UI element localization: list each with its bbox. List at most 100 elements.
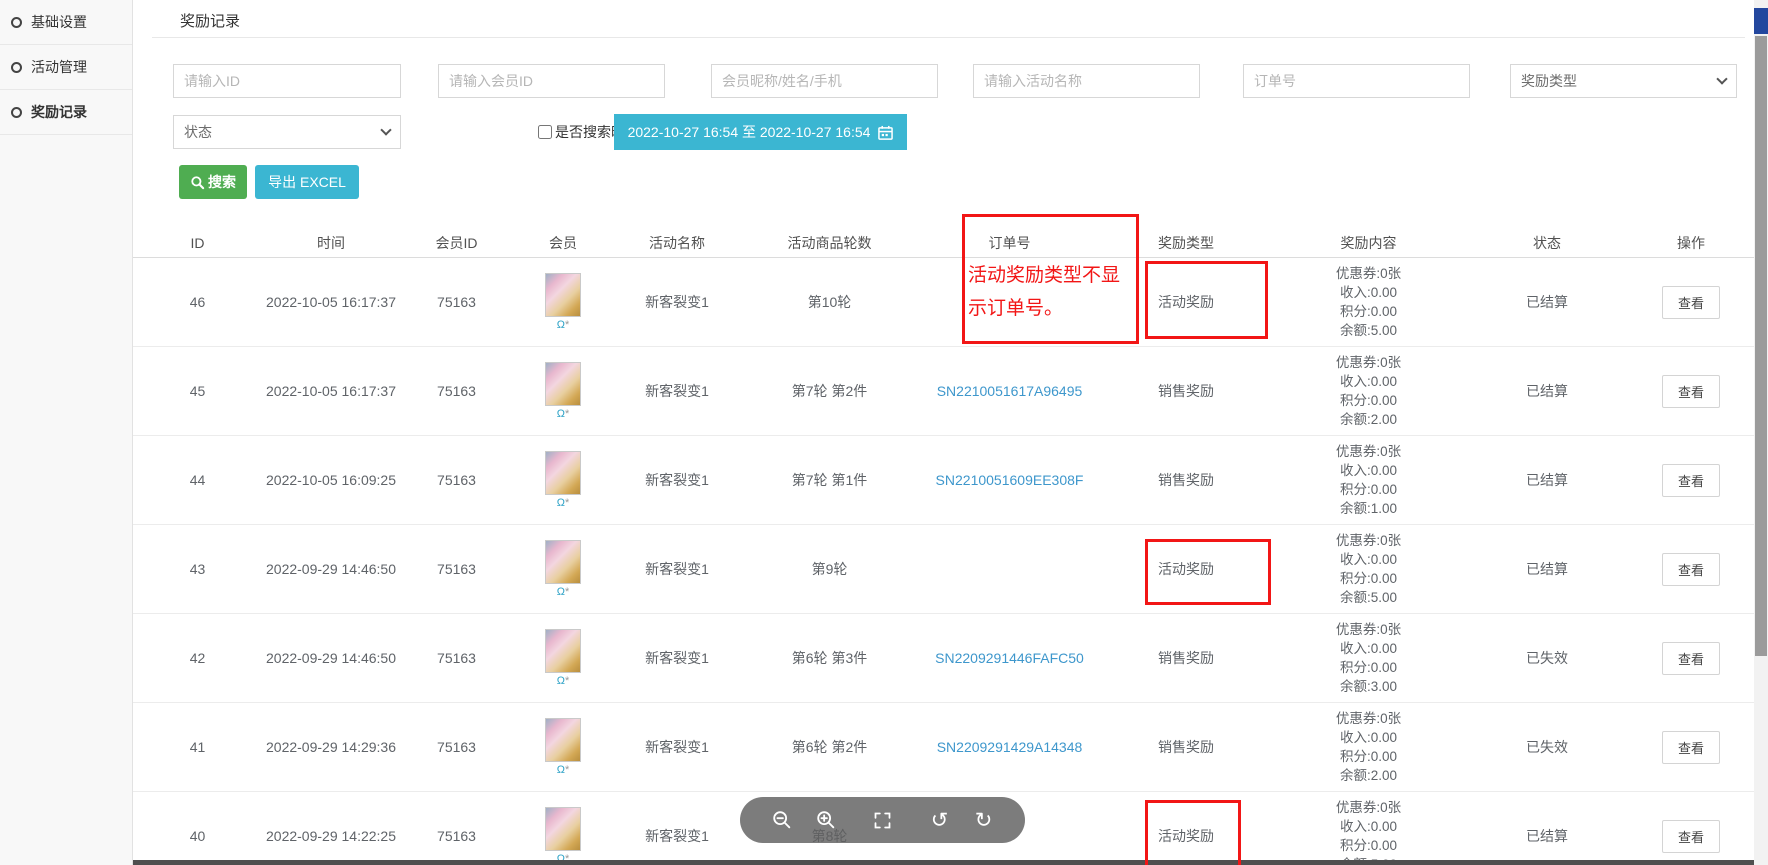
fullscreen-icon[interactable] [861, 797, 905, 843]
cell-time: 2022-09-29 14:46:50 [262, 525, 400, 613]
cell-action: 查看 [1628, 258, 1754, 346]
table-row: 422022-09-29 14:46:5075163Ω*新客裂变1第6轮 第3件… [133, 614, 1754, 703]
reward-content-line: 积分:0.00 [1340, 480, 1397, 499]
annotation-box-row-46-type [1145, 261, 1268, 339]
cell-reward-content: 优惠券:0张收入:0.00积分:0.00余额:5.00 [1271, 792, 1466, 865]
rotate-left-icon[interactable]: ↺ [918, 797, 962, 843]
reward-content-line: 收入:0.00 [1340, 639, 1397, 658]
cell-id: 40 [133, 792, 262, 865]
cell-order-number[interactable]: SN2210051617A96495 [918, 347, 1101, 435]
cell-reward-type: 销售奖励 [1101, 703, 1271, 791]
rotate-right-icon[interactable]: ↻ [962, 797, 1006, 843]
export-excel-button[interactable]: 导出 EXCEL [255, 165, 359, 199]
cell-reward-content: 优惠券:0张收入:0.00积分:0.00余额:2.00 [1271, 703, 1466, 791]
column-header-2: 会员ID [400, 228, 513, 257]
column-header-5: 活动商品轮数 [741, 228, 918, 257]
member-avatar[interactable] [545, 362, 581, 406]
main-content: 奖励记录 奖励类型 状态 是否搜索时间 2022-10-27 16:54 至 2… [133, 0, 1754, 865]
reward-content-line: 收入:0.00 [1340, 728, 1397, 747]
reward-content-line: 优惠券:0张 [1336, 798, 1401, 817]
view-button[interactable]: 查看 [1662, 286, 1720, 319]
reward-content-line: 收入:0.00 [1340, 372, 1397, 391]
member-name-input[interactable] [711, 64, 938, 98]
table-row: 442022-10-05 16:09:2575163Ω*新客裂变1第7轮 第1件… [133, 436, 1754, 525]
date-range-button[interactable]: 2022-10-27 16:54 至 2022-10-27 16:54 [614, 114, 907, 150]
search-button[interactable]: 搜索 [179, 165, 247, 199]
view-button[interactable]: 查看 [1662, 820, 1720, 853]
annotation-note: 活动奖励类型不显示订单号。 [968, 260, 1120, 325]
cell-activity-round: 第6轮 第2件 [741, 703, 918, 791]
view-button[interactable]: 查看 [1662, 553, 1720, 586]
reward-records-table: ID时间会员ID会员活动名称活动商品轮数订单号奖励类型奖励内容状态操作 4620… [133, 228, 1754, 865]
cell-action: 查看 [1628, 614, 1754, 702]
cell-action: 查看 [1628, 436, 1754, 524]
reward-content-line: 优惠券:0张 [1336, 442, 1401, 461]
reward-content-line: 收入:0.00 [1340, 461, 1397, 480]
cell-member: Ω* [513, 258, 613, 346]
reward-content-line: 余额:5.00 [1340, 321, 1397, 340]
scrollbar-thumb[interactable] [1755, 36, 1767, 656]
cell-order-number[interactable]: SN2209291446FAFC50 [918, 614, 1101, 702]
search-time-checkbox[interactable] [538, 125, 552, 139]
member-avatar[interactable] [545, 807, 581, 851]
order-number-input[interactable] [1243, 64, 1470, 98]
sidebar-item-reward-records[interactable]: 奖励记录 [0, 90, 132, 135]
reward-content-line: 优惠券:0张 [1336, 709, 1401, 728]
cell-order-number[interactable]: SN2210051609EE308F [918, 436, 1101, 524]
view-button[interactable]: 查看 [1662, 375, 1720, 408]
column-header-10: 操作 [1628, 228, 1754, 257]
cell-activity-name: 新客裂变1 [613, 436, 741, 524]
cell-id: 46 [133, 258, 262, 346]
cell-action: 查看 [1628, 347, 1754, 435]
horizontal-scrollbar[interactable] [133, 860, 1754, 865]
cell-member: Ω* [513, 614, 613, 702]
cell-member-id: 75163 [400, 258, 513, 346]
reward-content-line: 余额:1.00 [1340, 499, 1397, 518]
search-icon [190, 175, 205, 190]
sidebar-item-label: 基础设置 [31, 12, 87, 32]
cell-time: 2022-10-05 16:17:37 [262, 258, 400, 346]
reward-content-line: 优惠券:0张 [1336, 620, 1401, 639]
table-row: 432022-09-29 14:46:5075163Ω*新客裂变1第9轮活动奖励… [133, 525, 1754, 614]
cell-reward-type: 销售奖励 [1101, 347, 1271, 435]
cell-status: 已结算 [1466, 347, 1628, 435]
reward-content-line: 收入:0.00 [1340, 283, 1397, 302]
cell-activity-name: 新客裂变1 [613, 525, 741, 613]
image-viewer-toolbar: ↺ ↻ [740, 797, 1025, 843]
cell-id: 43 [133, 525, 262, 613]
cell-status: 已结算 [1466, 525, 1628, 613]
view-button[interactable]: 查看 [1662, 642, 1720, 675]
view-button[interactable]: 查看 [1662, 464, 1720, 497]
member-avatar[interactable] [545, 718, 581, 762]
vertical-scrollbar[interactable] [1754, 0, 1768, 865]
member-avatar[interactable] [545, 540, 581, 584]
reward-type-select[interactable]: 奖励类型 [1510, 64, 1737, 98]
sidebar-item-basic-settings[interactable]: 基础设置 [0, 0, 132, 45]
channel-icon: Ω* [557, 319, 570, 332]
activity-name-input[interactable] [973, 64, 1200, 98]
zoom-in-icon[interactable] [804, 797, 848, 843]
member-avatar[interactable] [545, 629, 581, 673]
sidebar-item-activity-management[interactable]: 活动管理 [0, 45, 132, 90]
zoom-out-icon[interactable] [760, 797, 804, 843]
cell-reward-type: 销售奖励 [1101, 436, 1271, 524]
circle-icon [11, 62, 22, 73]
cell-status: 已结算 [1466, 792, 1628, 865]
view-button[interactable]: 查看 [1662, 731, 1720, 764]
id-input[interactable] [173, 64, 401, 98]
cell-status: 已结算 [1466, 436, 1628, 524]
table-row: 452022-10-05 16:17:3775163Ω*新客裂变1第7轮 第2件… [133, 347, 1754, 436]
channel-icon: Ω* [557, 497, 570, 510]
channel-icon: Ω* [557, 764, 570, 777]
reward-content-line: 余额:2.00 [1340, 766, 1397, 785]
cell-order-number[interactable]: SN2209291429A14348 [918, 703, 1101, 791]
member-avatar[interactable] [545, 451, 581, 495]
cell-member: Ω* [513, 792, 613, 865]
reward-content-line: 积分:0.00 [1340, 391, 1397, 410]
status-select[interactable]: 状态 [173, 115, 401, 149]
reward-content-line: 优惠券:0张 [1336, 264, 1401, 283]
member-id-input[interactable] [438, 64, 665, 98]
member-avatar[interactable] [545, 273, 581, 317]
cell-activity-round: 第7轮 第2件 [741, 347, 918, 435]
reward-content-line: 优惠券:0张 [1336, 353, 1401, 372]
